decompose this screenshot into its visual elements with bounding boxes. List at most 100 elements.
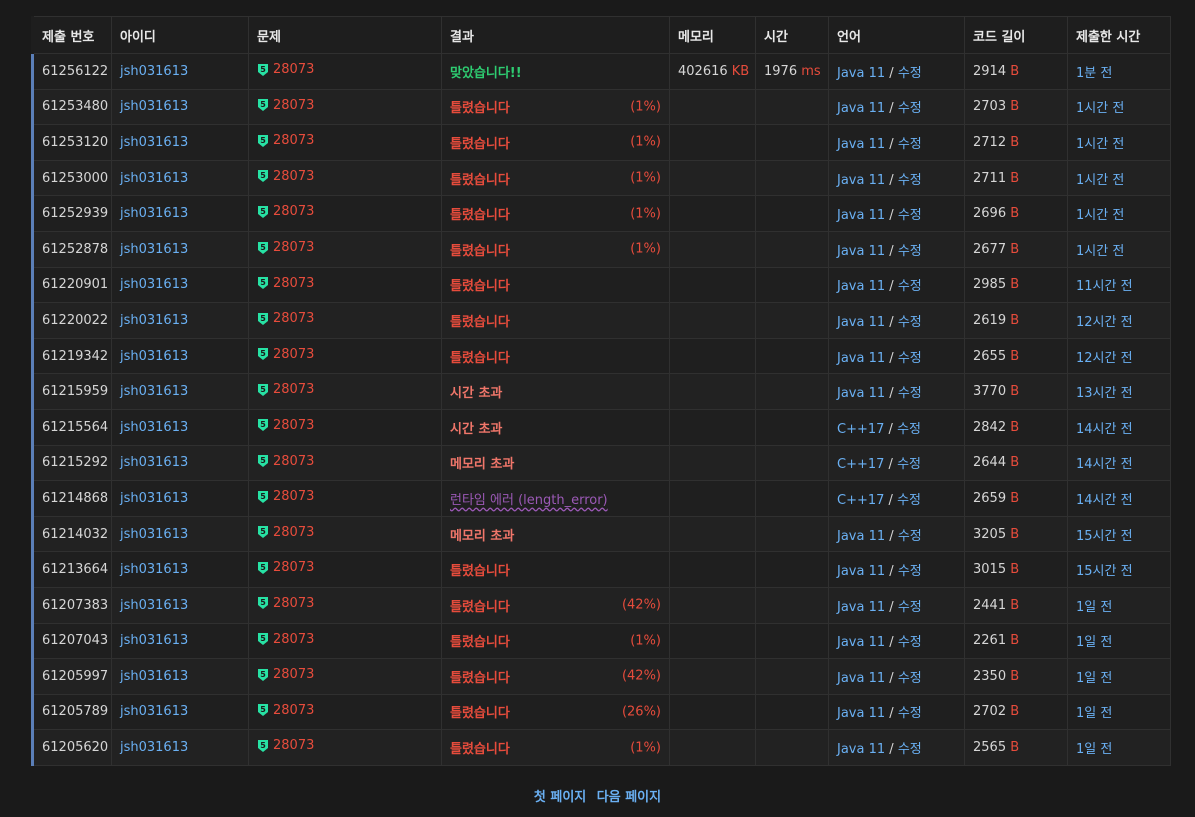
problem-link[interactable]: 28073: [273, 311, 314, 326]
result-text[interactable]: 틀렸습니다: [450, 600, 510, 615]
problem-link[interactable]: 28073: [273, 738, 314, 753]
user-link[interactable]: jsh031613: [120, 669, 188, 684]
result-text[interactable]: 틀렸습니다: [450, 351, 510, 366]
problem-link[interactable]: 28073: [273, 98, 314, 113]
edit-link[interactable]: 수정: [898, 315, 922, 330]
problem-link[interactable]: 28073: [273, 418, 314, 433]
user-link[interactable]: jsh031613: [120, 598, 188, 613]
submitted-at-link[interactable]: 12시간 전: [1076, 315, 1133, 330]
submitted-at-link[interactable]: 15시간 전: [1076, 564, 1133, 579]
submitted-at-link[interactable]: 1일 전: [1076, 600, 1112, 615]
submitted-at-link[interactable]: 1시간 전: [1076, 208, 1124, 223]
user-link[interactable]: jsh031613: [120, 277, 188, 292]
result-text[interactable]: 틀렸습니다: [450, 244, 510, 259]
problem-link[interactable]: 28073: [273, 169, 314, 184]
problem-link[interactable]: 28073: [273, 667, 314, 682]
edit-link[interactable]: 수정: [898, 529, 922, 544]
edit-link[interactable]: 수정: [898, 66, 922, 81]
problem-link[interactable]: 28073: [273, 703, 314, 718]
edit-link[interactable]: 수정: [898, 635, 922, 650]
result-text[interactable]: 시간 초과: [450, 422, 502, 437]
user-link[interactable]: jsh031613: [120, 455, 188, 470]
result-text[interactable]: 틀렸습니다: [450, 101, 510, 116]
edit-link[interactable]: 수정: [897, 457, 921, 472]
submitted-at-link[interactable]: 1일 전: [1076, 742, 1112, 757]
edit-link[interactable]: 수정: [898, 101, 922, 116]
submitted-at-link[interactable]: 1일 전: [1076, 671, 1112, 686]
result-text[interactable]: 틀렸습니다: [450, 208, 510, 223]
result-text[interactable]: 메모리 초과: [450, 529, 514, 544]
edit-link[interactable]: 수정: [898, 742, 922, 757]
user-link[interactable]: jsh031613: [120, 242, 188, 257]
submitted-at-link[interactable]: 14시간 전: [1076, 457, 1133, 472]
user-link[interactable]: jsh031613: [120, 135, 188, 150]
submitted-at-link[interactable]: 11시간 전: [1076, 279, 1133, 294]
submitted-at-link[interactable]: 1시간 전: [1076, 137, 1124, 152]
result-text[interactable]: 틀렸습니다: [450, 706, 510, 721]
result-text[interactable]: 런타임 에러 (length_error): [450, 493, 608, 508]
user-link[interactable]: jsh031613: [120, 313, 188, 328]
result-text[interactable]: 틀렸습니다: [450, 279, 510, 294]
submitted-at-link[interactable]: 1일 전: [1076, 635, 1112, 650]
user-link[interactable]: jsh031613: [120, 527, 188, 542]
edit-link[interactable]: 수정: [898, 137, 922, 152]
first-page-link[interactable]: 첫 페이지: [534, 790, 586, 805]
edit-link[interactable]: 수정: [897, 493, 921, 508]
problem-link[interactable]: 28073: [273, 62, 314, 77]
submitted-at-link[interactable]: 14시간 전: [1076, 422, 1133, 437]
problem-link[interactable]: 28073: [273, 382, 314, 397]
user-link[interactable]: jsh031613: [120, 384, 188, 399]
result-text[interactable]: 틀렸습니다: [450, 564, 510, 579]
problem-link[interactable]: 28073: [273, 560, 314, 575]
user-link[interactable]: jsh031613: [120, 171, 188, 186]
user-link[interactable]: jsh031613: [120, 420, 188, 435]
submitted-at-link[interactable]: 1시간 전: [1076, 101, 1124, 116]
submitted-at-link[interactable]: 12시간 전: [1076, 351, 1133, 366]
result-text[interactable]: 틀렸습니다: [450, 635, 510, 650]
edit-link[interactable]: 수정: [898, 600, 922, 615]
problem-link[interactable]: 28073: [273, 525, 314, 540]
result-text[interactable]: 맞았습니다!!: [450, 66, 522, 81]
edit-link[interactable]: 수정: [898, 671, 922, 686]
user-link[interactable]: jsh031613: [120, 704, 188, 719]
edit-link[interactable]: 수정: [897, 422, 921, 437]
user-link[interactable]: jsh031613: [120, 64, 188, 79]
result-text[interactable]: 틀렸습니다: [450, 173, 510, 188]
edit-link[interactable]: 수정: [898, 208, 922, 223]
submitted-at-link[interactable]: 1일 전: [1076, 706, 1112, 721]
edit-link[interactable]: 수정: [898, 279, 922, 294]
result-text[interactable]: 시간 초과: [450, 386, 502, 401]
user-link[interactable]: jsh031613: [120, 740, 188, 755]
edit-link[interactable]: 수정: [898, 706, 922, 721]
user-link[interactable]: jsh031613: [120, 491, 188, 506]
problem-link[interactable]: 28073: [273, 204, 314, 219]
edit-link[interactable]: 수정: [898, 564, 922, 579]
submitted-at-link[interactable]: 15시간 전: [1076, 529, 1133, 544]
user-link[interactable]: jsh031613: [120, 562, 188, 577]
problem-link[interactable]: 28073: [273, 596, 314, 611]
result-text[interactable]: 틀렸습니다: [450, 137, 510, 152]
edit-link[interactable]: 수정: [898, 173, 922, 188]
problem-link[interactable]: 28073: [273, 133, 314, 148]
next-page-link[interactable]: 다음 페이지: [597, 790, 661, 805]
submitted-at-link[interactable]: 1시간 전: [1076, 244, 1124, 259]
result-text[interactable]: 틀렸습니다: [450, 315, 510, 330]
user-link[interactable]: jsh031613: [120, 633, 188, 648]
user-link[interactable]: jsh031613: [120, 349, 188, 364]
problem-link[interactable]: 28073: [273, 240, 314, 255]
edit-link[interactable]: 수정: [898, 386, 922, 401]
edit-link[interactable]: 수정: [898, 244, 922, 259]
problem-link[interactable]: 28073: [273, 632, 314, 647]
submitted-at-link[interactable]: 13시간 전: [1076, 386, 1133, 401]
problem-link[interactable]: 28073: [273, 347, 314, 362]
user-link[interactable]: jsh031613: [120, 99, 188, 114]
result-text[interactable]: 메모리 초과: [450, 457, 514, 472]
result-text[interactable]: 틀렸습니다: [450, 742, 510, 757]
problem-link[interactable]: 28073: [273, 489, 314, 504]
problem-link[interactable]: 28073: [273, 454, 314, 469]
submitted-at-link[interactable]: 1분 전: [1076, 66, 1112, 81]
problem-link[interactable]: 28073: [273, 276, 314, 291]
result-text[interactable]: 틀렸습니다: [450, 671, 510, 686]
edit-link[interactable]: 수정: [898, 351, 922, 366]
submitted-at-link[interactable]: 14시간 전: [1076, 493, 1133, 508]
